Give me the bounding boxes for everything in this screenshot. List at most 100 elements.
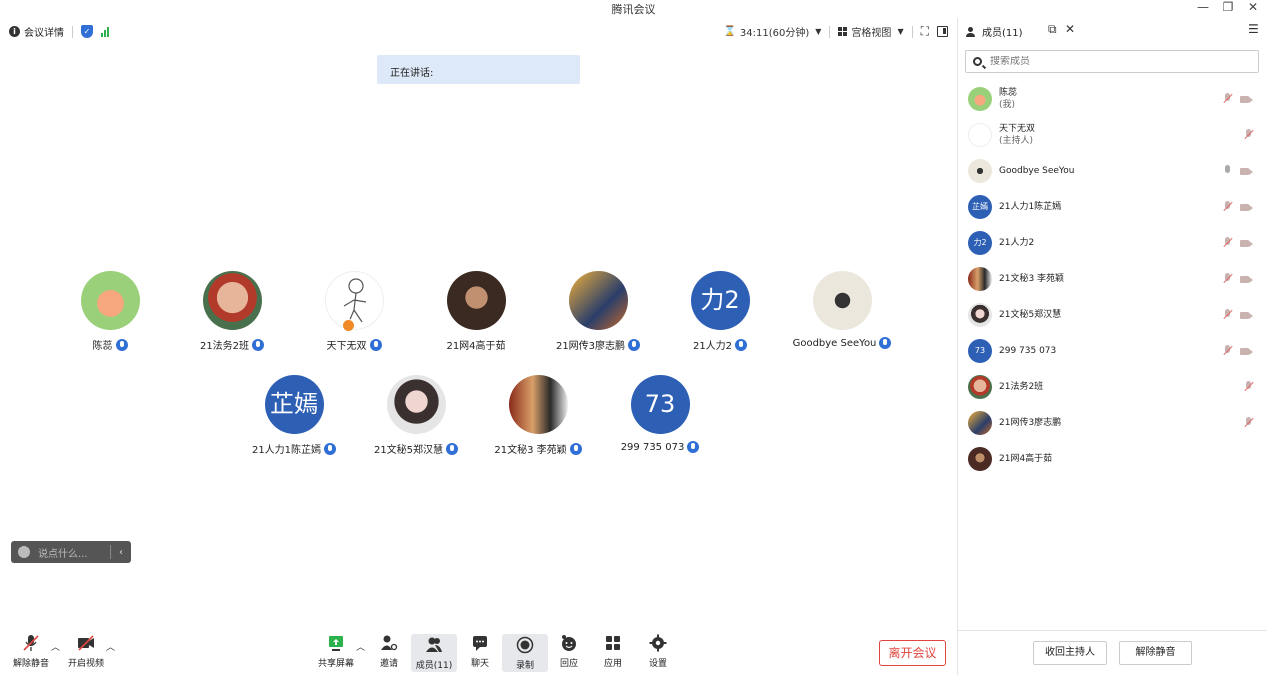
unmute-all-button[interactable]: 解除静音	[1119, 641, 1192, 665]
chat-input[interactable]: 说点什么... ‹	[11, 541, 131, 563]
participant-name: 299 735 073	[620, 441, 685, 453]
mic-icon[interactable]	[1223, 165, 1232, 177]
member-row[interactable]: 21文秘3 李苑颖	[968, 264, 1253, 294]
participant-tile[interactable]: 力2 21人力2	[660, 271, 780, 352]
camera-off-icon[interactable]	[1240, 239, 1253, 248]
menu-icon[interactable]: ☰	[1248, 22, 1259, 36]
popout-icon[interactable]: ⧉	[1048, 22, 1057, 37]
participant-tile[interactable]: 天下无双	[294, 271, 414, 352]
member-row[interactable]: 21网传3廖志鹏	[968, 408, 1253, 438]
camera-off-icon[interactable]	[1240, 311, 1253, 320]
member-row[interactable]: 芷嫣 21人力1陈芷嫣	[968, 192, 1253, 222]
member-role: (主持人)	[999, 136, 1034, 146]
member-row[interactable]: 天下无双 (主持人)	[968, 120, 1253, 150]
member-row[interactable]: 73 299 735 073	[968, 336, 1253, 366]
chevron-down-icon: ▼	[815, 27, 822, 36]
unmute-button[interactable]: 解除静音	[8, 634, 54, 669]
apps-button[interactable]: 应用	[590, 634, 636, 669]
settings-button[interactable]: 设置	[635, 634, 681, 669]
signal-icon[interactable]	[101, 26, 109, 37]
participant-tile[interactable]: 21文秘3 李苑颖	[478, 375, 598, 456]
avatar: 73	[968, 339, 992, 363]
mic-muted-icon[interactable]	[1223, 237, 1232, 249]
camera-off-icon[interactable]	[1240, 95, 1253, 104]
member-name: 天下无双	[999, 124, 1036, 134]
reactions-button[interactable]: 回应	[546, 634, 592, 669]
mic-muted-icon[interactable]	[1223, 93, 1232, 105]
member-row[interactable]: Goodbye SeeYou	[968, 156, 1253, 186]
member-name: 299 735 073	[999, 346, 1057, 356]
video-options-icon[interactable]: ︿	[106, 640, 115, 653]
mic-icon	[735, 338, 748, 351]
mic-muted-icon[interactable]	[1244, 129, 1253, 141]
mic-muted-icon[interactable]	[1244, 381, 1253, 393]
start-video-button[interactable]: 开启视频	[63, 634, 109, 669]
avatar	[968, 375, 992, 399]
info-icon[interactable]: i	[9, 26, 20, 37]
participant-tile[interactable]: 21法务2班	[172, 271, 292, 352]
member-row[interactable]: 21文秘5郑汉慧	[968, 300, 1253, 330]
mic-muted-icon[interactable]	[1223, 309, 1232, 321]
mic-muted-icon[interactable]	[1223, 345, 1232, 357]
mic-icon	[115, 338, 128, 351]
toggle-panel-icon[interactable]	[937, 26, 948, 37]
avatar: 力2	[968, 231, 992, 255]
member-name: 21法务2班	[999, 382, 1044, 392]
view-mode-button[interactable]: 宫格视图 ▼	[838, 24, 904, 39]
camera-off-icon[interactable]	[1240, 347, 1253, 356]
unmute-label: 解除静音	[12, 659, 49, 669]
participant-tile[interactable]: 陈蕊	[50, 271, 170, 352]
share-screen-button[interactable]: 共享屏幕	[313, 634, 359, 669]
member-row[interactable]: 21网4高于茹	[968, 444, 1253, 474]
member-row[interactable]: 力2 21人力2	[968, 228, 1253, 258]
participant-tile[interactable]: Goodbye SeeYou	[782, 271, 902, 349]
shield-icon[interactable]: ✓	[81, 25, 93, 38]
collapse-icon[interactable]: ‹	[119, 547, 123, 558]
mic-muted-icon[interactable]	[1223, 273, 1232, 285]
fullscreen-icon[interactable]: ⛶	[921, 24, 929, 39]
camera-off-icon[interactable]	[1240, 167, 1253, 176]
avatar: 芷嫣	[264, 375, 324, 434]
emoji-icon[interactable]	[18, 546, 30, 558]
avatar	[80, 271, 140, 330]
gear-icon	[649, 634, 667, 652]
restore-icon[interactable]: ❐	[1218, 0, 1238, 14]
search-input[interactable]	[990, 56, 1240, 67]
participant-tile[interactable]: 21网4高于茹	[416, 271, 536, 352]
timer[interactable]: ⌛ 34:11(60分钟) ▼	[723, 24, 821, 39]
member-name: 21文秘5郑汉慧	[999, 310, 1062, 320]
participant-tile[interactable]: 73 299 735 073	[600, 375, 720, 453]
participant-tile[interactable]: 芷嫣 21人力1陈芷嫣	[234, 375, 354, 456]
reactions-label: 回应	[559, 659, 578, 669]
camera-off-icon[interactable]	[1240, 275, 1253, 284]
avatar	[568, 271, 628, 330]
settings-label: 设置	[648, 659, 667, 669]
share-options-icon[interactable]: ︿	[356, 640, 365, 653]
close-icon[interactable]: ✕	[1243, 0, 1263, 14]
invite-button[interactable]: 邀请	[366, 634, 412, 669]
chat-placeholder: 说点什么...	[38, 548, 88, 560]
close-panel-icon[interactable]: ✕	[1065, 22, 1075, 36]
chat-label: 聊天	[470, 659, 489, 669]
camera-off-icon[interactable]	[1240, 203, 1253, 212]
member-row[interactable]: 21法务2班	[968, 372, 1253, 402]
chat-button[interactable]: 聊天	[457, 634, 503, 669]
participant-tile[interactable]: 21文秘5郑汉慧	[356, 375, 476, 456]
member-name: 21网传3廖志鹏	[999, 418, 1062, 428]
minimize-icon[interactable]: —	[1193, 0, 1213, 14]
members-panel: 成员(11) ⧉ ✕ ☰ 陈蕊 (我) 天下无双 (主持人) Goodbye See…	[957, 18, 1267, 675]
apps-label: 应用	[603, 659, 622, 669]
mic-icon	[628, 338, 641, 351]
member-search[interactable]	[965, 50, 1259, 73]
member-name: 21网4高于茹	[999, 454, 1053, 464]
mic-muted-icon[interactable]	[1223, 201, 1232, 213]
mic-muted-icon[interactable]	[1244, 417, 1253, 429]
reclaim-host-button[interactable]: 收回主持人	[1033, 641, 1107, 665]
meeting-details-link[interactable]: 会议详情	[24, 24, 64, 39]
record-button[interactable]: 录制	[502, 634, 548, 672]
participant-tile[interactable]: 21网传3廖志鹏	[538, 271, 658, 352]
leave-meeting-button[interactable]: 离开会议	[879, 640, 946, 666]
members-button[interactable]: 成员(11)	[411, 634, 457, 672]
member-row[interactable]: 陈蕊 (我)	[968, 84, 1253, 114]
audio-options-icon[interactable]: ︿	[51, 640, 60, 653]
